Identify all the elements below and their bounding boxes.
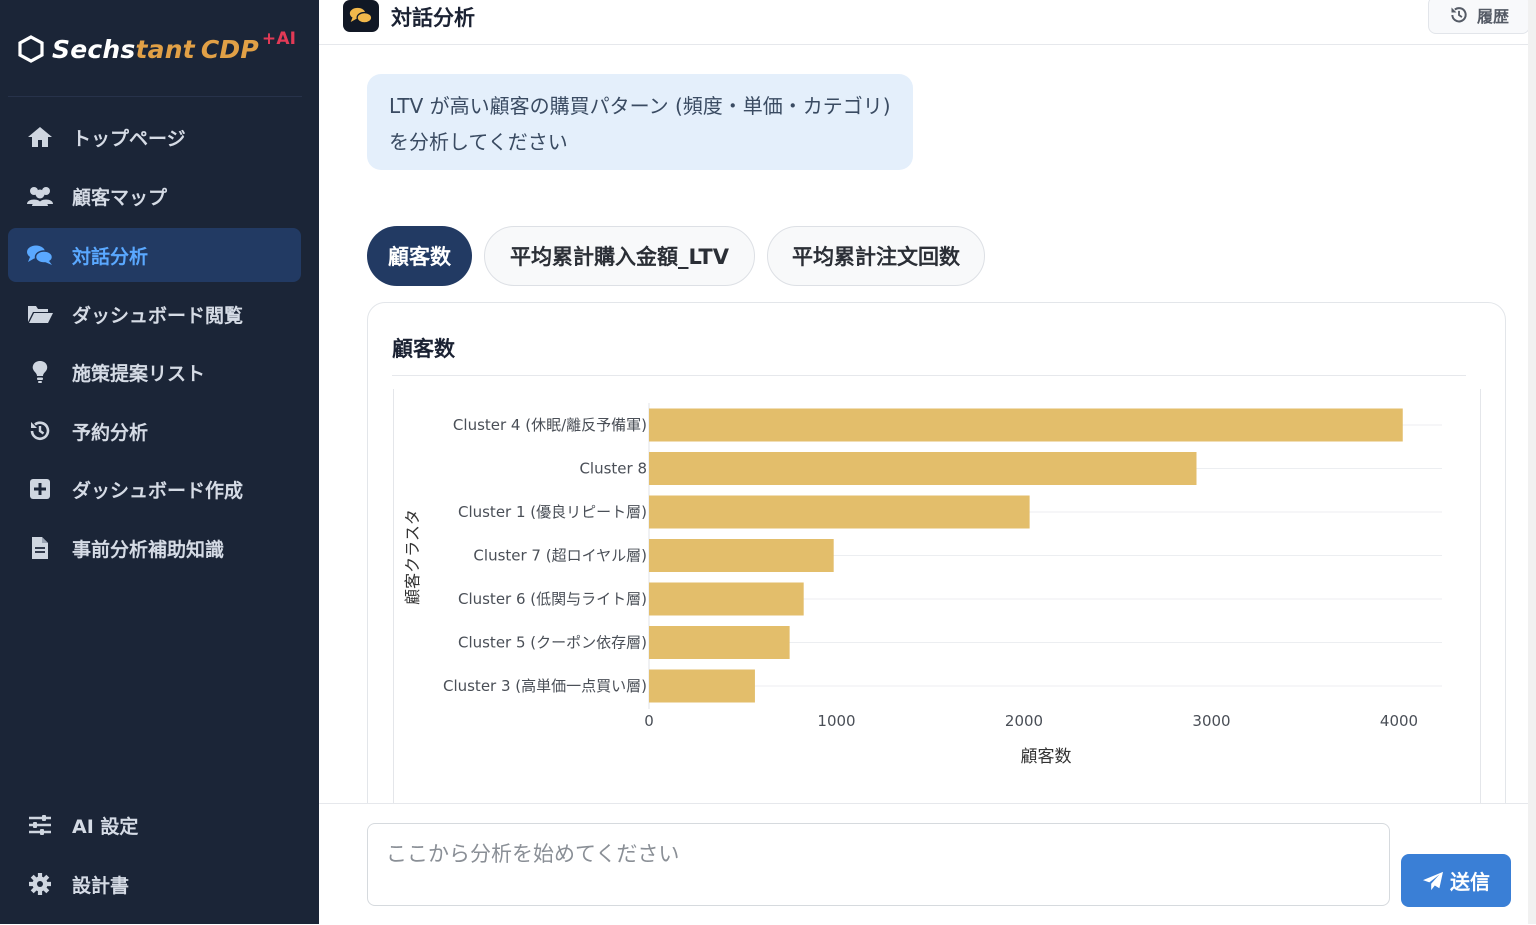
page-title: 対話分析 xyxy=(391,6,475,30)
bar[interactable] xyxy=(649,669,755,703)
sidebar-item-label: 事前分析補助知識 xyxy=(72,538,225,561)
sidebar-item-label: AI 設定 xyxy=(72,815,139,838)
sidebar-item-design-doc[interactable]: 設計書 xyxy=(8,857,301,911)
x-tick-label: 3000 xyxy=(1192,712,1230,730)
comments-icon xyxy=(343,0,379,32)
bar-chart[interactable]: Cluster 4 (休眠/離反予備軍) Cluster 8 Cluster 1 (… xyxy=(394,389,1480,829)
sidebar-item-label: 対話分析 xyxy=(72,245,149,268)
chart-card: 顧客数 Cluster 4 (休眠/離反予備軍) Cluster 8 Cluster… xyxy=(367,302,1506,829)
y-tick-label: Cluster 6 (低関与ライト層) xyxy=(458,590,647,608)
bar[interactable] xyxy=(649,452,1197,485)
top-bar: 対話分析 履歴 xyxy=(319,0,1536,45)
sidebar-item-label: 顧客マップ xyxy=(72,186,168,209)
chart-card-title: 顧客数 xyxy=(392,337,455,361)
bar[interactable] xyxy=(649,408,1403,442)
comments-icon xyxy=(26,243,54,267)
history-icon xyxy=(26,419,54,443)
card-divider xyxy=(392,375,1466,376)
sliders-icon xyxy=(26,813,54,837)
bar[interactable] xyxy=(649,495,1030,529)
sidebar-item-label: 設計書 xyxy=(72,874,130,897)
user-message-bubble: LTV が高い顧客の購買パターン (頻度・単価・カテゴリ) を分析してください xyxy=(367,74,913,170)
y-tick-label: Cluster 8 xyxy=(579,460,647,478)
history-button[interactable]: 履歴 xyxy=(1428,0,1530,34)
y-tick-label: Cluster 1 (優良リピート層) xyxy=(458,503,647,521)
y-tick-label: Cluster 7 (超ロイヤル層) xyxy=(473,547,647,565)
brand-suffix: +AI xyxy=(261,29,297,49)
send-button-label: 送信 xyxy=(1450,870,1490,894)
sidebar-item-prior-knowledge[interactable]: 事前分析補助知識 xyxy=(8,521,301,575)
plus-square-icon xyxy=(26,477,54,501)
send-button[interactable]: 送信 xyxy=(1401,854,1511,907)
sidebar-item-customer-map[interactable]: 顧客マップ xyxy=(8,169,301,223)
sidebar-item-label: 予約分析 xyxy=(72,421,149,444)
x-tick-label: 1000 xyxy=(817,712,855,730)
x-tick-label: 4000 xyxy=(1380,712,1418,730)
sidebar: Sechs tant CDP +AI トップページ 顧客マップ 対話分析 ダッシュボー… xyxy=(0,0,319,924)
brand-name-part1: Sechs xyxy=(52,34,136,64)
bar[interactable] xyxy=(649,539,834,572)
users-icon xyxy=(26,184,54,208)
x-tick-label: 0 xyxy=(644,712,654,730)
sidebar-item-dashboard-create[interactable]: ダッシュボード作成 xyxy=(8,462,301,516)
tab-customer-count[interactable]: 顧客数 xyxy=(367,226,472,286)
file-icon xyxy=(26,536,54,560)
history-button-label: 履歴 xyxy=(1476,7,1509,26)
sidebar-item-label: ダッシュボード作成 xyxy=(72,479,244,502)
y-tick-label: Cluster 5 (クーポン依存層) xyxy=(458,634,647,652)
sidebar-item-label: 施策提案リスト xyxy=(72,362,206,385)
paper-plane-icon xyxy=(1423,871,1443,890)
y-tick-label: Cluster 3 (高単価一点買い層) xyxy=(443,677,647,695)
sidebar-item-label: ダッシュボード閲覧 xyxy=(72,304,244,327)
hexagon-logo-icon xyxy=(18,35,44,63)
sidebar-item-label: トップページ xyxy=(72,127,186,150)
brand-name-part2: tant xyxy=(135,34,195,64)
scrollbar[interactable] xyxy=(1528,0,1536,924)
sidebar-item-ai-settings[interactable]: AI 設定 xyxy=(8,798,301,852)
bar[interactable] xyxy=(649,626,790,659)
gear-icon xyxy=(26,872,54,896)
x-axis-title: 顧客数 xyxy=(1021,747,1072,767)
folder-open-icon xyxy=(26,302,54,326)
sidebar-item-proposal-list[interactable]: 施策提案リスト xyxy=(8,345,301,399)
y-tick-label: Cluster 4 (休眠/離反予備軍) xyxy=(453,416,647,434)
sidebar-item-dialog-analysis[interactable]: 対話分析 xyxy=(8,228,301,282)
tab-average-ltv[interactable]: 平均累計購入金額_LTV xyxy=(484,226,755,286)
tab-average-order-count[interactable]: 平均累計注文回数 xyxy=(767,226,985,286)
x-tick-label: 2000 xyxy=(1005,712,1043,730)
brand-name-part3: CDP xyxy=(200,34,259,64)
chat-input-area: 送信 xyxy=(319,803,1536,925)
history-icon xyxy=(1451,7,1467,23)
chat-input[interactable] xyxy=(367,823,1390,906)
lightbulb-icon xyxy=(26,360,54,384)
sidebar-item-top[interactable]: トップページ xyxy=(8,110,301,164)
sidebar-item-reservation-analysis[interactable]: 予約分析 xyxy=(8,404,301,458)
bar[interactable] xyxy=(649,582,804,616)
sidebar-divider xyxy=(8,96,302,97)
home-icon xyxy=(26,125,54,149)
chart-frame: Cluster 4 (休眠/離反予備軍) Cluster 8 Cluster 1 (… xyxy=(393,389,1481,829)
sidebar-item-dashboard-view[interactable]: ダッシュボード閲覧 xyxy=(8,287,301,341)
y-axis-title: 顧客クラスタ xyxy=(403,509,422,605)
brand-logo[interactable]: Sechs tant CDP +AI xyxy=(18,29,297,66)
